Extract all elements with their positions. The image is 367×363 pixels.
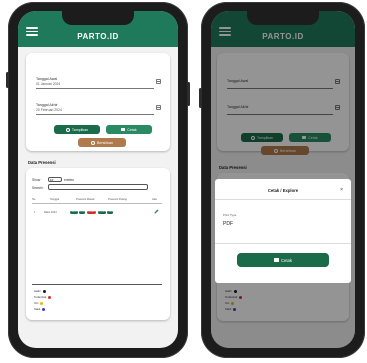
- app-title: PARTO.ID: [77, 32, 119, 41]
- print-button[interactable]: Cetak: [106, 125, 152, 134]
- start-date-input[interactable]: 01 Januari 2024: [36, 82, 60, 86]
- modal-title: Cetak / Explore: [267, 188, 299, 193]
- check-circle-icon: [65, 127, 70, 132]
- phone-notch: [62, 11, 134, 25]
- table-header-no: No: [32, 198, 36, 201]
- status-badge: 16:00: [98, 210, 106, 214]
- modal-print-button[interactable]: Cetak: [237, 253, 329, 267]
- section-title: Data Presensi: [28, 160, 56, 165]
- printer-icon: [274, 258, 280, 262]
- edit-icon[interactable]: [154, 209, 159, 214]
- end-date-underline: [36, 114, 154, 115]
- legend-item: Sakit: [34, 307, 46, 311]
- print-type-value[interactable]: PDF: [223, 221, 233, 227]
- filter-card: Tanggal Awal 01 Januari 2024 Tanggal Akh…: [26, 53, 170, 151]
- table-header-date: Tanggal: [50, 198, 60, 201]
- status-badge: ON: [107, 210, 113, 214]
- phone-left: PARTO.ID Tanggal Awal 01 Januari 2024 Ta…: [6, 2, 190, 358]
- phone-notch: [247, 11, 319, 25]
- screen-right: PARTO.ID Tanggal Awal Tanggal Akhir Tamp…: [211, 11, 355, 348]
- phone-volume-button: [6, 72, 9, 88]
- legend-item: Izin: [34, 301, 44, 305]
- phone-power-button: [187, 82, 190, 106]
- entries-select[interactable]: 10: [48, 177, 62, 182]
- reset-button-label: Bersihkan: [97, 140, 113, 145]
- status-badge: TELAT: [87, 210, 96, 214]
- row-number: 1: [34, 211, 36, 214]
- legend-item: Hadir: [34, 289, 46, 293]
- end-date-label: Tanggal Akhir: [36, 103, 58, 107]
- status-badge: 08:00: [70, 210, 78, 214]
- phone-right: PARTO.ID Tanggal Awal Tanggal Akhir Tamp…: [199, 2, 365, 358]
- start-date-underline: [36, 88, 154, 89]
- search-input[interactable]: [48, 184, 148, 190]
- legend-item: Terlambat: [34, 295, 52, 299]
- print-type-label: Print Type: [223, 213, 237, 217]
- search-label: Search:: [32, 186, 44, 190]
- print-button-label: Cetak: [127, 127, 137, 132]
- table-bottom-divider: [32, 284, 162, 285]
- show-button[interactable]: Tampilkan: [54, 125, 100, 134]
- end-date-input[interactable]: 20 Februari 2024: [36, 108, 62, 112]
- data-card: Show 10 entries Search: No Tanggal Prese…: [26, 168, 170, 320]
- screen-left: PARTO.ID Tanggal Awal 01 Januari 2024 Ta…: [18, 11, 178, 348]
- print-modal: Cetak / Explore × Print Type PDF Cetak: [215, 179, 351, 283]
- phone-volume-button: [199, 88, 202, 108]
- row-date: Rabu 2024: [44, 211, 57, 214]
- modal-print-button-label: Cetak: [281, 257, 292, 263]
- calendar-icon[interactable]: [156, 105, 161, 110]
- start-date-label: Tanggal Awal: [36, 77, 58, 81]
- table-header-action: Aksi: [152, 198, 157, 201]
- show-button-label: Tampilkan: [71, 127, 89, 132]
- modal-header-divider: [215, 199, 351, 200]
- table-header-divider: [32, 203, 162, 204]
- table-header-in: Presensi Masuk: [76, 198, 95, 201]
- status-badge: ON: [79, 210, 85, 214]
- modal-footer-divider: [215, 243, 351, 244]
- reset-button[interactable]: Bersihkan: [78, 138, 126, 147]
- printer-icon: [121, 128, 126, 131]
- refresh-icon: [91, 140, 95, 145]
- close-icon[interactable]: ×: [340, 187, 343, 193]
- entries-label: entries: [64, 178, 74, 182]
- show-label: Show: [32, 178, 41, 182]
- table-header-out: Presensi Pulang: [108, 198, 127, 201]
- calendar-icon[interactable]: [156, 79, 161, 84]
